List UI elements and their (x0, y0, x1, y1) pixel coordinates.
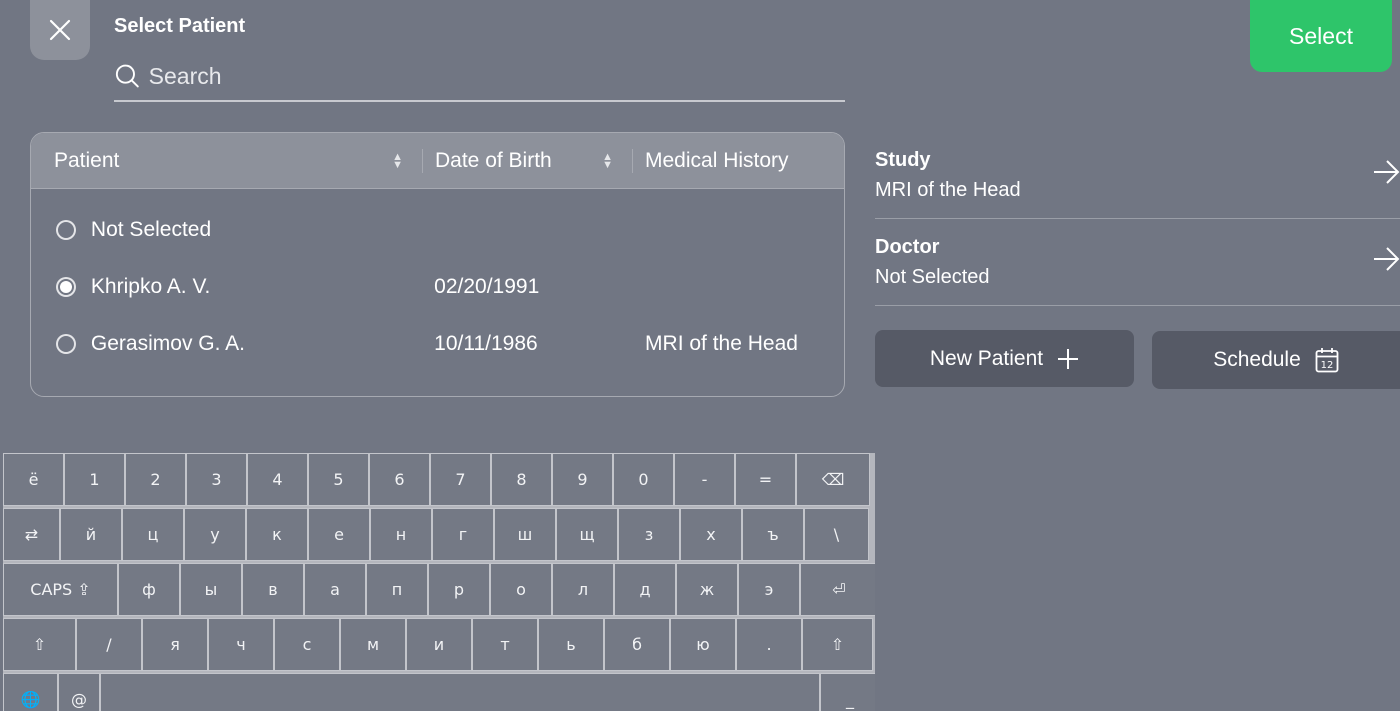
patient-history: MRI of the Head (645, 331, 798, 355)
radio-button[interactable] (56, 333, 76, 354)
sort-icon: ▲ ▼ (602, 150, 613, 171)
key[interactable]: к (246, 508, 308, 561)
key[interactable]: ⌫ (796, 453, 870, 506)
patient-name: Khripko A. V. (90, 274, 211, 298)
svg-text:12: 12 (1320, 360, 1333, 371)
close-icon (49, 19, 71, 41)
key[interactable]: д (614, 563, 676, 616)
key[interactable]: @ (58, 673, 100, 711)
key[interactable]: ю (670, 618, 736, 671)
table-row[interactable]: Not Selected (31, 201, 844, 258)
key[interactable]: 0 (613, 453, 674, 506)
new-patient-button[interactable]: New Patient (875, 330, 1134, 387)
key[interactable]: в (242, 563, 304, 616)
patient-name: Gerasimov G. A. (90, 331, 245, 355)
key[interactable]: 3 (186, 453, 247, 506)
doctor-selector[interactable]: Doctor Not Selected (875, 219, 1400, 306)
key[interactable]: т (472, 618, 538, 671)
key[interactable]: ь (538, 618, 604, 671)
key[interactable]: ч (208, 618, 274, 671)
patient-dob: 10/11/1986 (434, 331, 538, 355)
key[interactable]: щ (556, 508, 618, 561)
key[interactable]: 8 (491, 453, 552, 506)
key[interactable]: н (370, 508, 432, 561)
search-icon (115, 64, 139, 88)
search-input[interactable] (148, 62, 845, 90)
key[interactable]: 4 (247, 453, 308, 506)
plus-icon (1058, 348, 1079, 369)
key[interactable]: 2 (125, 453, 186, 506)
calendar-icon: 12 (1315, 348, 1339, 373)
patient-dob: 02/20/1991 (434, 274, 540, 298)
arrow-right-icon (1374, 247, 1400, 271)
key[interactable]: ⇧ (3, 618, 76, 671)
key[interactable]: у (184, 508, 246, 561)
radio-button[interactable] (56, 219, 76, 240)
key[interactable]: = (735, 453, 796, 506)
key[interactable]: ш (494, 508, 556, 561)
key[interactable]: 🌐 (3, 673, 58, 711)
table-row[interactable]: Khripko A. V. 02/20/1991 (31, 258, 844, 315)
key[interactable]: _ (820, 673, 875, 711)
column-header-dob[interactable]: Date of Birth ▲ ▼ (423, 133, 633, 188)
doctor-label: Doctor (875, 236, 940, 258)
key[interactable]: - (674, 453, 735, 506)
key[interactable]: ё (3, 453, 64, 506)
key[interactable]: 6 (369, 453, 430, 506)
select-button[interactable]: Select (1250, 0, 1392, 72)
column-header-patient[interactable]: Patient ▲ ▼ (31, 133, 423, 188)
key[interactable]: ц (122, 508, 184, 561)
schedule-button[interactable]: Schedule 12 (1152, 331, 1400, 389)
space-key[interactable] (100, 673, 820, 711)
key[interactable]: \ (804, 508, 869, 561)
key[interactable]: и (406, 618, 472, 671)
study-value: MRI of the Head (875, 179, 1021, 201)
key[interactable]: 5 (308, 453, 369, 506)
table-header: Patient ▲ ▼ Date of Birth ▲ ▼ Medical Hist… (31, 133, 844, 189)
on-screen-keyboard: ё 1 2 3 4 5 6 7 8 9 0- = ⌫ ⇄ й ц у к е н г ш щ з х ъ \ CAPS ⇪ ф ы в а п р… (3, 453, 875, 711)
patient-name: Not Selected (90, 217, 212, 241)
radio-button[interactable] (56, 276, 76, 297)
key[interactable]: п (366, 563, 428, 616)
key[interactable]: ⇄ (3, 508, 60, 561)
key[interactable]: . (736, 618, 802, 671)
key[interactable]: з (618, 508, 680, 561)
key[interactable]: с (274, 618, 340, 671)
study-selector[interactable]: Study MRI of the Head (875, 132, 1400, 219)
key[interactable]: 9 (552, 453, 613, 506)
key[interactable]: ⇧ (802, 618, 873, 671)
column-header-history[interactable]: Medical History (633, 133, 843, 188)
doctor-value: Not Selected (875, 266, 990, 288)
key[interactable]: ъ (742, 508, 804, 561)
key[interactable]: м (340, 618, 406, 671)
key[interactable]: р (428, 563, 490, 616)
search-bar[interactable] (114, 52, 845, 102)
table-row[interactable]: Gerasimov G. A. 10/11/1986 MRI of the He… (31, 315, 844, 372)
sort-icon: ▲ ▼ (392, 150, 403, 171)
key[interactable]: о (490, 563, 552, 616)
key[interactable]: / (76, 618, 142, 671)
key[interactable]: г (432, 508, 494, 561)
key[interactable]: й (60, 508, 122, 561)
patient-table: Patient ▲ ▼ Date of Birth ▲ ▼ Medical Hist… (30, 132, 845, 397)
key[interactable]: ж (676, 563, 738, 616)
key[interactable]: л (552, 563, 614, 616)
key[interactable]: 7 (430, 453, 491, 506)
key[interactable]: е (308, 508, 370, 561)
key[interactable]: ⏎ (800, 563, 875, 616)
key[interactable]: ф (118, 563, 180, 616)
key[interactable]: э (738, 563, 800, 616)
study-label: Study (875, 149, 931, 171)
key[interactable]: б (604, 618, 670, 671)
key[interactable]: а (304, 563, 366, 616)
key[interactable]: ы (180, 563, 242, 616)
key[interactable]: 1 (64, 453, 125, 506)
close-button[interactable] (30, 0, 90, 60)
key[interactable]: CAPS ⇪ (3, 563, 118, 616)
key[interactable]: я (142, 618, 208, 671)
arrow-right-icon (1374, 160, 1400, 184)
key[interactable]: х (680, 508, 742, 561)
page-title: Select Patient (114, 15, 246, 37)
